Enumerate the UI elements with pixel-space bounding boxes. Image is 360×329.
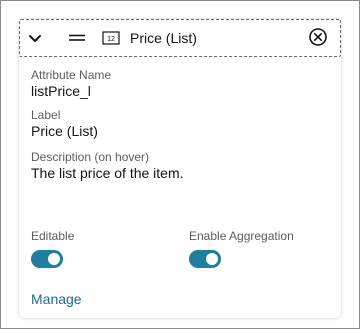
attribute-card: 12 Price (List) Attribute Name listPrice…: [19, 19, 341, 318]
number-type-icon: 12: [102, 29, 120, 47]
description-value: The list price of the item.: [31, 165, 184, 181]
label-label: Label: [31, 108, 61, 122]
toggle-knob: [206, 253, 218, 265]
manage-link[interactable]: Manage: [31, 290, 82, 308]
close-circle-icon[interactable]: [308, 27, 328, 47]
aggregation-label: Enable Aggregation: [189, 229, 294, 243]
editable-label: Editable: [31, 229, 75, 243]
description-label: Description (on hover): [31, 150, 150, 164]
toggle-knob: [48, 253, 60, 265]
drag-handle-icon[interactable]: [68, 29, 86, 47]
svg-text:12: 12: [107, 36, 115, 43]
label-value: Price (List): [31, 123, 98, 139]
aggregation-toggle[interactable]: [189, 250, 221, 268]
chevron-down-icon[interactable]: [24, 28, 46, 48]
attribute-name-value: listPrice_l: [31, 83, 91, 99]
attribute-name-label: Attribute Name: [31, 68, 112, 82]
attribute-card-header[interactable]: 12 Price (List): [19, 19, 341, 57]
editable-toggle[interactable]: [31, 250, 63, 268]
attribute-title: Price (List): [130, 30, 197, 46]
screenshot-frame: 12 Price (List) Attribute Name listPrice…: [0, 0, 360, 329]
